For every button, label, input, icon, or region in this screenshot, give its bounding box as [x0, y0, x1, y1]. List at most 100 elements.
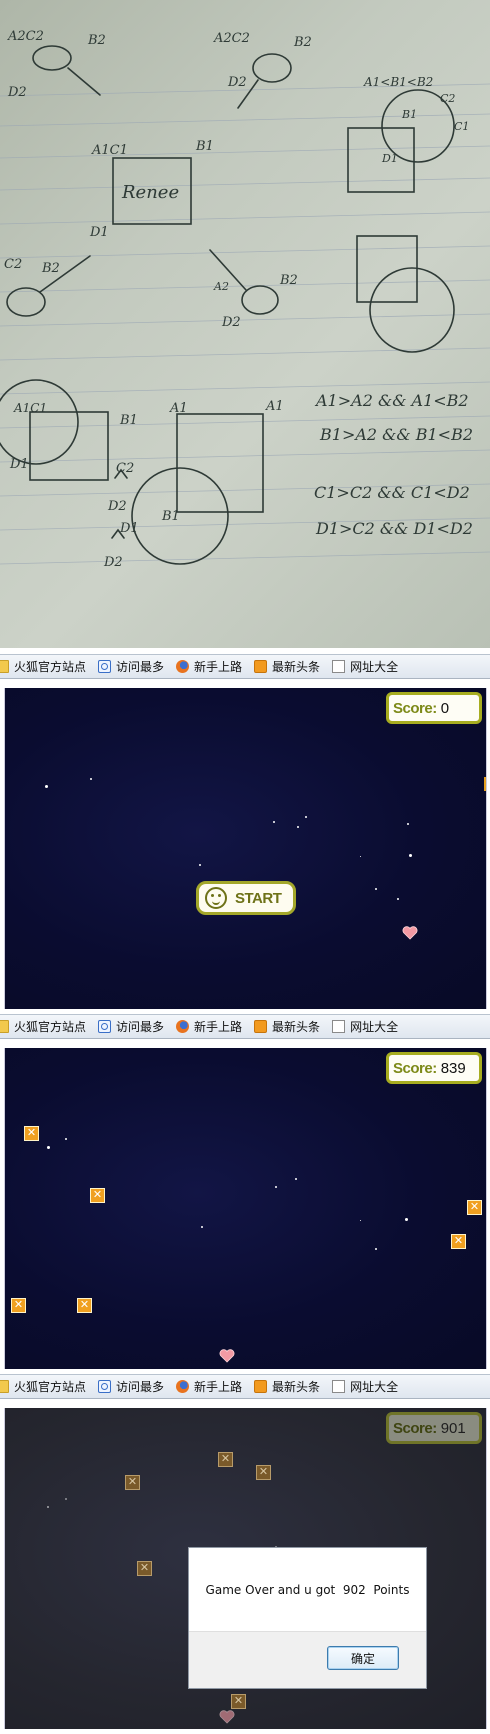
bookmark-label: 访问最多 [116, 660, 165, 674]
edge-marker [484, 777, 486, 791]
game-canvas-game-over[interactable]: Score: 901 ✕ ✕ ✕ ✕ ✕ Game Over and u got… [4, 1408, 487, 1729]
sketch-label: A1C1 [91, 143, 128, 158]
score-value: 901 [440, 1419, 466, 1437]
sketch-label: D1 [119, 521, 139, 536]
sketch-label: D2 [227, 75, 247, 90]
score-value: 839 [440, 1059, 466, 1077]
rss-icon [254, 660, 268, 673]
start-button[interactable]: START [196, 881, 296, 915]
bookmark-getting-started[interactable]: 新手上路 [176, 1018, 242, 1035]
sketch-label: B1 [119, 413, 138, 428]
bookmark-label: 新手上路 [194, 660, 243, 674]
sketch-label: C2 [4, 257, 22, 272]
sketch-label: B1>A2 && B1<B2 [319, 425, 473, 444]
game-canvas-playing[interactable]: Score: 839 ✕ ✕ ✕ ✕ ✕ ✕ [4, 1048, 487, 1369]
falling-block: ✕ [137, 1561, 152, 1576]
sketch-label: B1 [161, 509, 180, 524]
bookmarks-bar: 火狐官方站点 访问最多 新手上路 最新头条 网址大全 [0, 1014, 490, 1039]
bookmarks-bar: 火狐官方站点 访问最多 新手上路 最新头条 网址大全 [0, 1374, 490, 1399]
bookmark-latest-headlines[interactable]: 最新头条 [254, 1378, 320, 1395]
rss-icon [254, 1020, 268, 1033]
notebook-photo: A2C2 B2 D2 A2C2 B2 D2 A1<B1<B2 C2 C1 B1 … [0, 0, 490, 648]
falling-block: ✕ [11, 1298, 26, 1313]
score-label: Score: [393, 699, 437, 717]
firefox-icon [176, 1020, 190, 1033]
dialog-footer: 确定 [189, 1631, 426, 1688]
bookmark-official-site[interactable]: 火狐官方站点 [0, 658, 86, 675]
sketch-label: B2 [87, 33, 106, 48]
sketch-label: D2 [103, 555, 123, 570]
search-icon [98, 1380, 112, 1393]
bookmark-label: 火狐官方站点 [14, 660, 87, 674]
sketch-label: A1 [265, 399, 284, 414]
bookmark-most-visited[interactable]: 访问最多 [98, 658, 164, 675]
score-display: Score: 901 [386, 1412, 482, 1444]
page-icon [332, 1380, 346, 1393]
smiley-icon [205, 887, 227, 909]
bookmark-latest-headlines[interactable]: 最新头条 [254, 658, 320, 675]
sketch-label: C2 [116, 461, 134, 476]
sketch-label: B2 [279, 273, 298, 288]
page-icon [332, 660, 346, 673]
game-over-dialog: Game Over and u got 902 Points 确定 [188, 1547, 427, 1689]
sketch-label: A1>A2 && A1<B2 [314, 391, 469, 410]
falling-block: ✕ [218, 1452, 233, 1467]
bookmark-label: 最新头条 [272, 1020, 321, 1034]
falling-block: ✕ [467, 1200, 482, 1215]
bookmark-most-visited[interactable]: 访问最多 [98, 1378, 164, 1395]
sketch-label: D1 [89, 225, 109, 240]
score-label: Score: [393, 1419, 437, 1437]
bookmark-url-directory[interactable]: 网址大全 [332, 658, 398, 675]
bookmark-official-site[interactable]: 火狐官方站点 [0, 1378, 86, 1395]
ok-button[interactable]: 确定 [327, 1646, 399, 1670]
bookmark-url-directory[interactable]: 网址大全 [332, 1018, 398, 1035]
sketch-label: B2 [293, 35, 312, 50]
sketch-label: C2 [440, 92, 455, 105]
heart-player-icon [219, 1710, 235, 1724]
sketch-label: A2 [213, 280, 229, 293]
bookmark-label: 网址大全 [350, 1380, 399, 1394]
sketch-label: Renee [121, 182, 179, 203]
bookmark-label: 最新头条 [272, 660, 321, 674]
falling-block: ✕ [125, 1475, 140, 1490]
sketch-label: C1 [454, 120, 469, 133]
search-icon [98, 660, 112, 673]
falling-block: ✕ [256, 1465, 271, 1480]
bookmark-label: 新手上路 [194, 1380, 243, 1394]
firefox-icon [176, 660, 190, 673]
bookmarks-bar: 火狐官方站点 访问最多 新手上路 最新头条 网址大全 [0, 654, 490, 679]
falling-block: ✕ [24, 1126, 39, 1141]
bookmark-getting-started[interactable]: 新手上路 [176, 658, 242, 675]
sketch-label: A2C2 [7, 29, 44, 44]
sketch-label: A1C1 [13, 401, 47, 415]
sketch-label: D2 [221, 315, 241, 330]
falling-block: ✕ [451, 1234, 466, 1249]
heart-player-icon [402, 926, 418, 940]
score-display: Score: 839 [386, 1052, 482, 1084]
score-value: 0 [440, 699, 450, 717]
score-label: Score: [393, 1059, 437, 1077]
start-label: START [235, 889, 282, 907]
folder-icon [0, 660, 9, 673]
page-icon [332, 1020, 346, 1033]
bookmark-label: 新手上路 [194, 1020, 243, 1034]
sketch-label: D2 [107, 499, 127, 514]
sketch-label: D1>C2 && D1<D2 [315, 519, 473, 538]
sketch-label: D2 [7, 85, 27, 100]
bookmark-label: 网址大全 [350, 660, 399, 674]
bookmark-getting-started[interactable]: 新手上路 [176, 1378, 242, 1395]
sketch-drawing: A2C2 B2 D2 A2C2 B2 D2 A1<B1<B2 C2 C1 B1 … [0, 29, 490, 570]
bookmark-url-directory[interactable]: 网址大全 [332, 1378, 398, 1395]
bookmark-official-site[interactable]: 火狐官方站点 [0, 1018, 86, 1035]
folder-icon [0, 1380, 9, 1393]
sketch-label: D1 [9, 457, 29, 472]
sketch-label: B2 [41, 261, 60, 276]
falling-block: ✕ [231, 1694, 246, 1709]
bookmark-label: 访问最多 [116, 1380, 165, 1394]
bookmark-most-visited[interactable]: 访问最多 [98, 1018, 164, 1035]
bookmark-label: 火狐官方站点 [14, 1020, 87, 1034]
heart-player-icon [219, 1349, 235, 1363]
bookmark-label: 最新头条 [272, 1380, 321, 1394]
game-canvas-start[interactable]: Score: 0 START [4, 688, 487, 1009]
bookmark-latest-headlines[interactable]: 最新头条 [254, 1018, 320, 1035]
